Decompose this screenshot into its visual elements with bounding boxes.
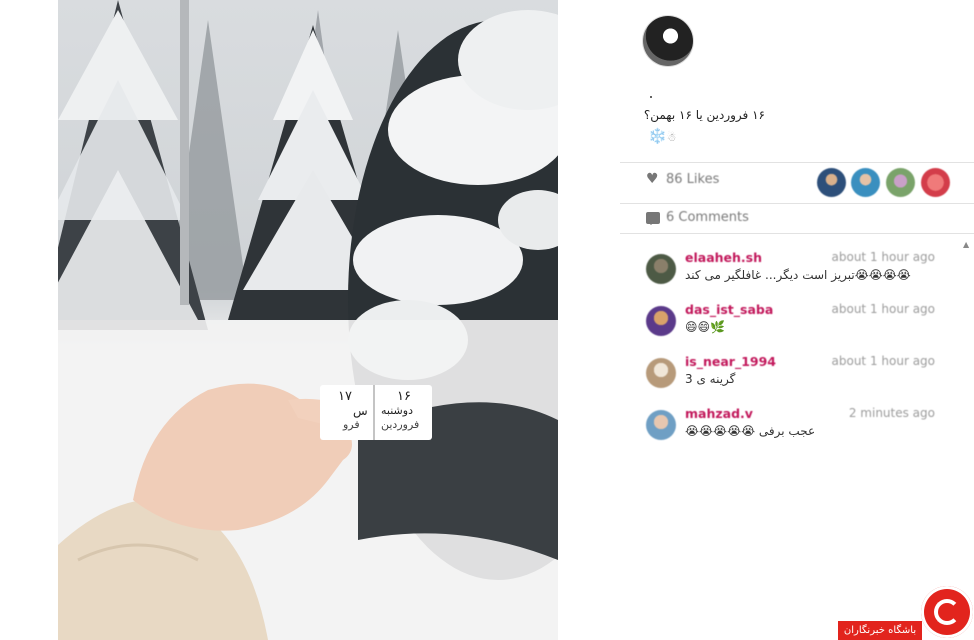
- comment-username[interactable]: das_ist_saba: [685, 302, 773, 317]
- comment-text: گرینه ی 3: [685, 372, 736, 386]
- ticket-left-number: ۱۷: [338, 389, 352, 404]
- scroll-up-icon[interactable]: ▲: [963, 240, 969, 249]
- comment-text: 😭😭😭😭تبریز است دیگر... غافلگیر می کند: [685, 268, 911, 282]
- divider: [620, 162, 974, 163]
- comment-item: das_ist_saba about 1 hour ago 😄😄🌿: [646, 302, 938, 346]
- comment-text: عجب برفی 😭😭😭😭😭: [685, 424, 816, 438]
- author-avatar[interactable]: [643, 16, 693, 66]
- snowflake-icon: ❄️: [648, 127, 667, 145]
- comment-item: elaaheh.sh about 1 hour ago 😭😭😭😭تبریز اس…: [646, 250, 938, 294]
- liker-avatar[interactable]: [817, 168, 846, 197]
- commenter-avatar[interactable]: [646, 410, 676, 440]
- likes-row[interactable]: ♥ 86 Likes: [646, 172, 719, 187]
- ticket-left-month: فرو: [343, 418, 360, 431]
- snow-scene-illustration: [58, 0, 558, 640]
- snowman-icon: ☃︎: [666, 131, 677, 144]
- liker-avatar[interactable]: [851, 168, 880, 197]
- post-photo[interactable]: ۱۷ س فرو ۱۶ دوشنبه فروردین: [58, 0, 558, 640]
- comment-time: 2 minutes ago: [848, 406, 935, 420]
- ticket-left-text: س: [353, 404, 368, 418]
- heart-icon[interactable]: ♥: [646, 172, 660, 186]
- comment-time: about 1 hour ago: [831, 354, 936, 368]
- caption-emoji: ❄️☃︎: [648, 127, 677, 145]
- comment-item: mahzad.v 2 minutes ago عجب برفی 😭😭😭😭😭: [646, 406, 938, 450]
- comment-time: about 1 hour ago: [831, 302, 936, 316]
- comment-username[interactable]: mahzad.v: [685, 406, 753, 421]
- comment-username[interactable]: elaaheh.sh: [685, 250, 762, 265]
- ticket-right-month: فروردین: [381, 418, 420, 431]
- comment-item: is_near_1994 about 1 hour ago گرینه ی 3: [646, 354, 938, 398]
- comment-text: 😄😄🌿: [685, 320, 725, 334]
- post-caption: ۱۶ فروردین یا ۱۶ بهمن؟: [643, 108, 765, 122]
- watermark-badge: باشگاه خبرنگاران: [838, 621, 922, 640]
- watermark-logo-icon: [921, 586, 973, 638]
- liker-avatar[interactable]: [886, 168, 915, 197]
- commenter-avatar[interactable]: [646, 254, 676, 284]
- ticket-right-day: دوشنبه: [381, 404, 413, 417]
- liker-avatar[interactable]: [921, 168, 950, 197]
- commenter-avatar[interactable]: [646, 358, 676, 388]
- comments-row[interactable]: 6 Comments: [646, 210, 749, 225]
- commenter-avatar[interactable]: [646, 306, 676, 336]
- comment-time: about 1 hour ago: [831, 250, 936, 264]
- ticket-right-number: ۱۶: [397, 389, 411, 404]
- divider: [620, 203, 974, 204]
- comment-username[interactable]: is_near_1994: [685, 354, 776, 369]
- likes-count[interactable]: 86 Likes: [666, 172, 719, 187]
- divider: [620, 233, 974, 234]
- comment-icon: [646, 211, 660, 225]
- caption-dot: [650, 96, 652, 98]
- comments-count[interactable]: 6 Comments: [666, 210, 749, 225]
